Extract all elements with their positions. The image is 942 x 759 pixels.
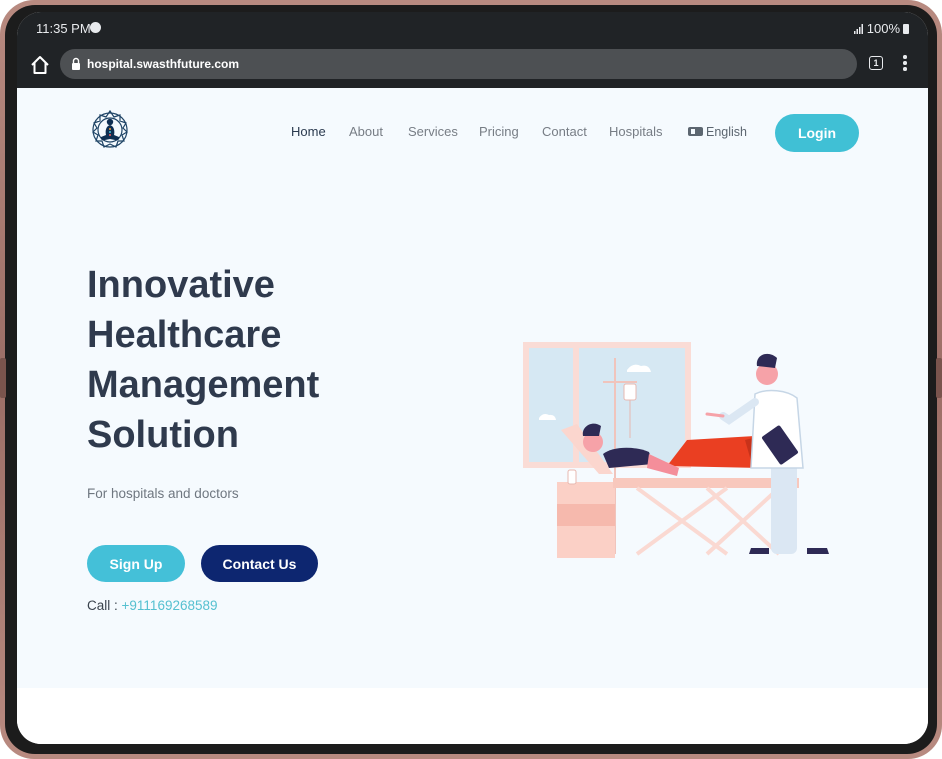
nav-item-contact[interactable]: Contact (542, 124, 587, 139)
hospital-illustration (523, 342, 829, 558)
language-label: English (706, 125, 747, 139)
url-text[interactable]: hospital.swasthfuture.com (87, 57, 239, 71)
nav-item-services[interactable]: Services (408, 124, 458, 139)
phone-link[interactable]: +911169268589 (122, 598, 218, 613)
browser-toolbar: hospital.swasthfuture.com 1 (17, 46, 928, 88)
tabs-icon[interactable]: 1 (869, 56, 883, 70)
menu-icon[interactable] (903, 55, 907, 71)
hero-title-line: Innovative (87, 264, 275, 306)
web-page: Home About Services Pricing Contact Hosp… (17, 88, 928, 688)
language-selector[interactable]: English (688, 125, 747, 139)
call-line: Call : +911169268589 (87, 598, 218, 613)
screen: 11:35 PM 100% hospital.swasthfuture.com … (17, 12, 928, 744)
address-bar[interactable]: hospital.swasthfuture.com (60, 49, 857, 79)
hero-title: Innovative Healthcare Management Solutio… (87, 260, 427, 460)
hero-title-line: Healthcare (87, 314, 282, 356)
status-time: 11:35 PM (36, 21, 91, 36)
side-button-right (936, 358, 942, 398)
login-button[interactable]: Login (775, 114, 859, 152)
nav-item-about[interactable]: About (349, 124, 383, 139)
nav-item-home[interactable]: Home (291, 124, 326, 139)
status-bar: 11:35 PM 100% (17, 12, 928, 46)
logo-icon[interactable] (87, 107, 133, 157)
signup-button[interactable]: Sign Up (87, 545, 185, 582)
lock-icon (72, 57, 80, 70)
side-button-left (0, 358, 6, 398)
hero-title-line: Management (87, 364, 320, 406)
status-right: 100% (853, 21, 909, 36)
signal-icon (853, 24, 863, 34)
contact-us-button[interactable]: Contact Us (201, 545, 318, 582)
call-label: Call : (87, 598, 118, 613)
battery-percent: 100% (866, 21, 900, 36)
nav-item-pricing[interactable]: Pricing (479, 124, 519, 139)
spotify-icon (90, 22, 101, 33)
home-icon[interactable] (29, 54, 51, 76)
page-bottom-section (17, 688, 928, 744)
battery-icon (903, 24, 909, 34)
hero-title-line: Solution (87, 414, 239, 456)
nav-item-hospitals[interactable]: Hospitals (609, 124, 662, 139)
translate-icon (688, 127, 703, 136)
hero-subtitle: For hospitals and doctors (87, 486, 239, 501)
